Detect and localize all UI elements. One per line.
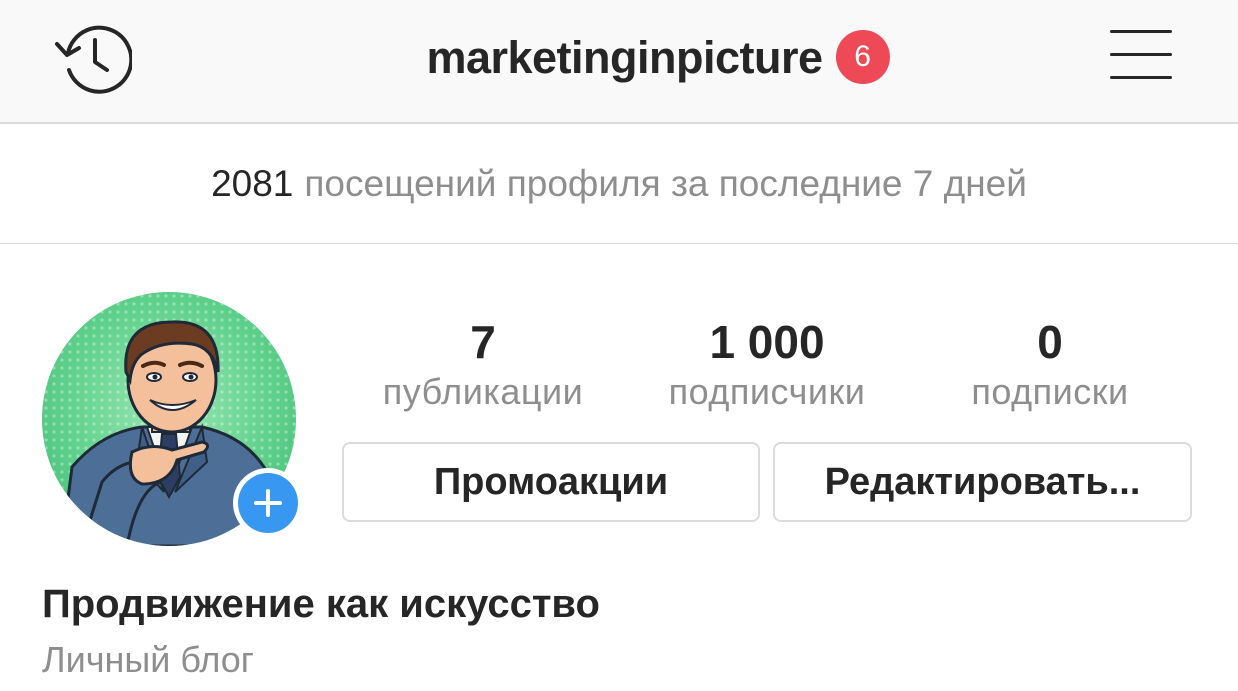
bio-name: Продвижение как искусство bbox=[42, 582, 600, 626]
stat-following[interactable]: 0 подписки bbox=[950, 316, 1150, 415]
profile-visits-label: посещений профиля за последние 7 дней bbox=[304, 162, 1027, 204]
stat-followers[interactable]: 1 000 подписчики bbox=[640, 316, 894, 415]
notification-badge[interactable]: 6 bbox=[835, 30, 890, 84]
stat-followers-label: подписчики bbox=[668, 371, 866, 412]
header-title: marketinginpicture 6 bbox=[0, 26, 1238, 90]
promotions-button[interactable]: Промоакции bbox=[342, 442, 760, 522]
stat-posts-value: 7 bbox=[470, 316, 496, 368]
plus-icon bbox=[254, 489, 282, 517]
stat-posts[interactable]: 7 публикации bbox=[360, 316, 606, 415]
profile-page: marketinginpicture 6 2081 посещений проф… bbox=[0, 0, 1238, 691]
stat-posts-label: публикации bbox=[382, 371, 584, 412]
profile-visits-row[interactable]: 2081 посещений профиля за последние 7 дн… bbox=[0, 124, 1238, 244]
menu-button[interactable] bbox=[1106, 26, 1178, 88]
profile-username[interactable]: marketinginpicture bbox=[426, 32, 823, 84]
stat-following-value: 0 bbox=[1037, 316, 1063, 368]
top-bar: marketinginpicture 6 bbox=[0, 0, 1238, 124]
edit-profile-button[interactable]: Редактировать... bbox=[773, 442, 1192, 522]
add-story-button[interactable] bbox=[233, 468, 303, 538]
stat-following-label: подписки bbox=[971, 371, 1129, 412]
add-story-circle bbox=[238, 473, 298, 533]
stat-followers-value: 1 000 bbox=[709, 316, 825, 368]
bio-category: Личный блог bbox=[42, 639, 254, 680]
profile-visits-count: 2081 bbox=[211, 162, 294, 204]
